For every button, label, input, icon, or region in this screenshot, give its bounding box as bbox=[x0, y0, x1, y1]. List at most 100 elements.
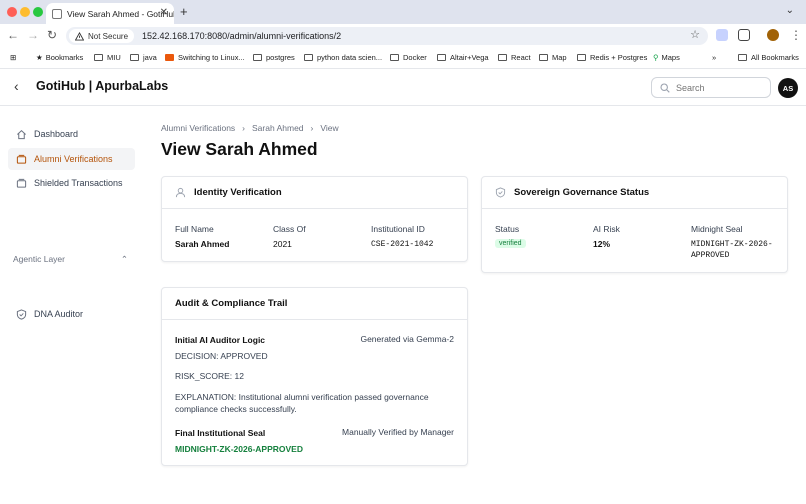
sidebar-item-label: Shielded Transactions bbox=[34, 178, 123, 188]
bookmark-item[interactable]: MIU bbox=[94, 53, 121, 62]
browser-tab[interactable]: View Sarah Ahmed - GotiHub ✕ bbox=[46, 3, 174, 24]
map-pin-icon: ⚲ bbox=[653, 53, 659, 62]
more-bookmarks-icon[interactable]: » bbox=[712, 53, 716, 62]
app-root: ‹ GotiHub | ApurbaLabs AS Dashboard Alum… bbox=[0, 68, 806, 504]
class-of-value: 2021 bbox=[273, 239, 292, 249]
bookmark-star-icon[interactable]: ☆ bbox=[690, 28, 700, 41]
chevron-down-icon[interactable]: ⌄ bbox=[786, 5, 794, 16]
page-title: View Sarah Ahmed bbox=[161, 139, 318, 159]
card-header: Identity Verification bbox=[162, 177, 467, 209]
institutional-id-label: Institutional ID bbox=[371, 224, 425, 234]
close-tab-icon[interactable]: ✕ bbox=[160, 7, 168, 18]
midnight-seal-value-line1: MIDNIGHT-ZK-2026- bbox=[691, 240, 773, 249]
sidebar-item-alumni-verifications[interactable]: Alumni Verifications bbox=[8, 148, 135, 170]
sidebar-section-agentic-layer[interactable]: Agentic Layer ⌃ bbox=[13, 254, 128, 265]
sidebar-item-label: Alumni Verifications bbox=[34, 154, 113, 164]
folder-icon bbox=[577, 54, 586, 61]
breadcrumb-link[interactable]: Sarah Ahmed bbox=[252, 123, 304, 133]
final-seal-value: MIDNIGHT-ZK-2026-APPROVED bbox=[175, 444, 303, 454]
folder-icon bbox=[390, 54, 399, 61]
layers-icon bbox=[15, 153, 27, 165]
bookmark-item[interactable]: ⚲ Maps bbox=[653, 53, 680, 62]
folder-icon bbox=[498, 54, 507, 61]
sidebar-item-dashboard[interactable]: Dashboard bbox=[8, 123, 135, 145]
audit-compliance-card: Audit & Compliance Trail Initial AI Audi… bbox=[161, 287, 468, 466]
search-box[interactable] bbox=[651, 77, 771, 98]
sidebar-item-label: DNA Auditor bbox=[34, 309, 84, 319]
bookmark-item[interactable]: Switching to Linux... bbox=[165, 53, 245, 62]
card-title: Identity Verification bbox=[194, 187, 282, 198]
bookmark-item[interactable]: React bbox=[498, 53, 531, 62]
midnight-seal-value-line2: APPROVED bbox=[691, 251, 730, 260]
card-header: Audit & Compliance Trail bbox=[162, 288, 467, 320]
chevron-right-icon: › bbox=[310, 123, 314, 133]
all-bookmarks[interactable]: All Bookmarks bbox=[738, 53, 799, 62]
back-arrow-icon[interactable]: ‹ bbox=[14, 78, 19, 94]
sidebar: Dashboard Alumni Verifications Shielded … bbox=[0, 107, 145, 504]
security-label: Not Secure bbox=[88, 31, 129, 41]
final-seal-source: Manually Verified by Manager bbox=[342, 427, 454, 437]
puzzle-icon[interactable] bbox=[738, 29, 750, 41]
bookmarks-bar: ⊞ ★ Bookmarks MIU java Switching to Linux… bbox=[0, 48, 806, 68]
bookmark-item[interactable]: postgres bbox=[253, 53, 295, 62]
security-indicator[interactable]: Not Secure bbox=[69, 29, 135, 43]
close-window-dot[interactable] bbox=[7, 7, 17, 17]
bookmark-item[interactable]: Redis + Postgres bbox=[577, 53, 647, 62]
minimize-window-dot[interactable] bbox=[20, 7, 30, 17]
extension-icon[interactable] bbox=[716, 29, 728, 41]
ai-risk-label: AI Risk bbox=[593, 224, 620, 234]
new-tab-icon[interactable]: + bbox=[180, 4, 188, 19]
identity-verification-card: Identity Verification Full Name Sarah Ah… bbox=[161, 176, 468, 262]
avatar[interactable]: AS bbox=[778, 78, 798, 98]
layers-icon bbox=[15, 177, 27, 189]
breadcrumb-current: View bbox=[320, 123, 339, 133]
card-title: Sovereign Governance Status bbox=[514, 187, 650, 198]
address-bar[interactable]: Not Secure 152.42.168.170:8080/admin/alu… bbox=[66, 27, 708, 45]
bookmark-item[interactable]: python data scien... bbox=[304, 53, 382, 62]
chevron-up-icon[interactable]: ⌃ bbox=[121, 254, 128, 265]
maximize-window-dot[interactable] bbox=[33, 7, 43, 17]
browser-toolbar: ← → ↻ Not Secure 152.42.168.170:8080/adm… bbox=[0, 24, 806, 48]
full-name-label: Full Name bbox=[175, 224, 214, 234]
browser-tab-bar: View Sarah Ahmed - GotiHub ✕ + ⌄ bbox=[0, 0, 806, 24]
card-header: Sovereign Governance Status bbox=[482, 177, 787, 209]
folder-icon bbox=[130, 54, 139, 61]
folder-icon bbox=[253, 54, 262, 61]
chevron-right-icon: › bbox=[242, 123, 246, 133]
apps-grid-icon[interactable]: ⊞ bbox=[10, 53, 16, 62]
midnight-seal-label: Midnight Seal bbox=[691, 224, 743, 234]
folder-icon bbox=[738, 54, 747, 61]
breadcrumb: Alumni Verifications › Sarah Ahmed › View bbox=[161, 123, 339, 133]
reload-icon[interactable]: ↻ bbox=[47, 28, 57, 42]
breadcrumb-link[interactable]: Alumni Verifications bbox=[161, 123, 235, 133]
brand-title: GotiHub | ApurbaLabs bbox=[36, 79, 169, 93]
bookmark-item[interactable]: ★ Bookmarks bbox=[36, 53, 83, 62]
bookmark-item[interactable]: Docker bbox=[390, 53, 427, 62]
initial-auditor-label: Initial AI Auditor Logic bbox=[175, 335, 266, 345]
final-seal-label: Final Institutional Seal bbox=[175, 428, 266, 438]
bookmark-item[interactable]: Map bbox=[539, 53, 567, 62]
home-icon bbox=[15, 128, 27, 140]
section-label: Agentic Layer bbox=[13, 254, 65, 264]
sidebar-item-shielded-transactions[interactable]: Shielded Transactions bbox=[8, 172, 135, 194]
sidebar-item-dna-auditor[interactable]: DNA Auditor bbox=[8, 303, 135, 325]
status-badge: verified bbox=[495, 239, 526, 248]
bookmark-item[interactable]: Altair+Vega bbox=[437, 53, 489, 62]
status-label: Status bbox=[495, 224, 520, 234]
profile-icon[interactable] bbox=[767, 29, 779, 41]
folder-icon bbox=[539, 54, 548, 61]
forward-arrow-icon[interactable]: → bbox=[27, 28, 39, 42]
explanation-text: EXPLANATION: Institutional alumni verifi… bbox=[175, 392, 429, 414]
search-input[interactable] bbox=[676, 82, 766, 93]
back-arrow-icon[interactable]: ← bbox=[7, 28, 19, 42]
bookmark-item[interactable]: java bbox=[130, 53, 157, 62]
menu-icon[interactable]: ⋮ bbox=[790, 28, 802, 42]
tab-title: View Sarah Ahmed - GotiHub bbox=[67, 8, 174, 19]
site-favicon-icon bbox=[165, 54, 174, 61]
user-icon bbox=[175, 187, 186, 198]
initial-auditor-source: Generated via Gemma-2 bbox=[360, 334, 454, 344]
folder-icon bbox=[94, 54, 103, 61]
decision-text: DECISION: APPROVED bbox=[175, 351, 268, 361]
shield-check-icon bbox=[495, 187, 506, 198]
ai-risk-value: 12% bbox=[593, 239, 611, 249]
